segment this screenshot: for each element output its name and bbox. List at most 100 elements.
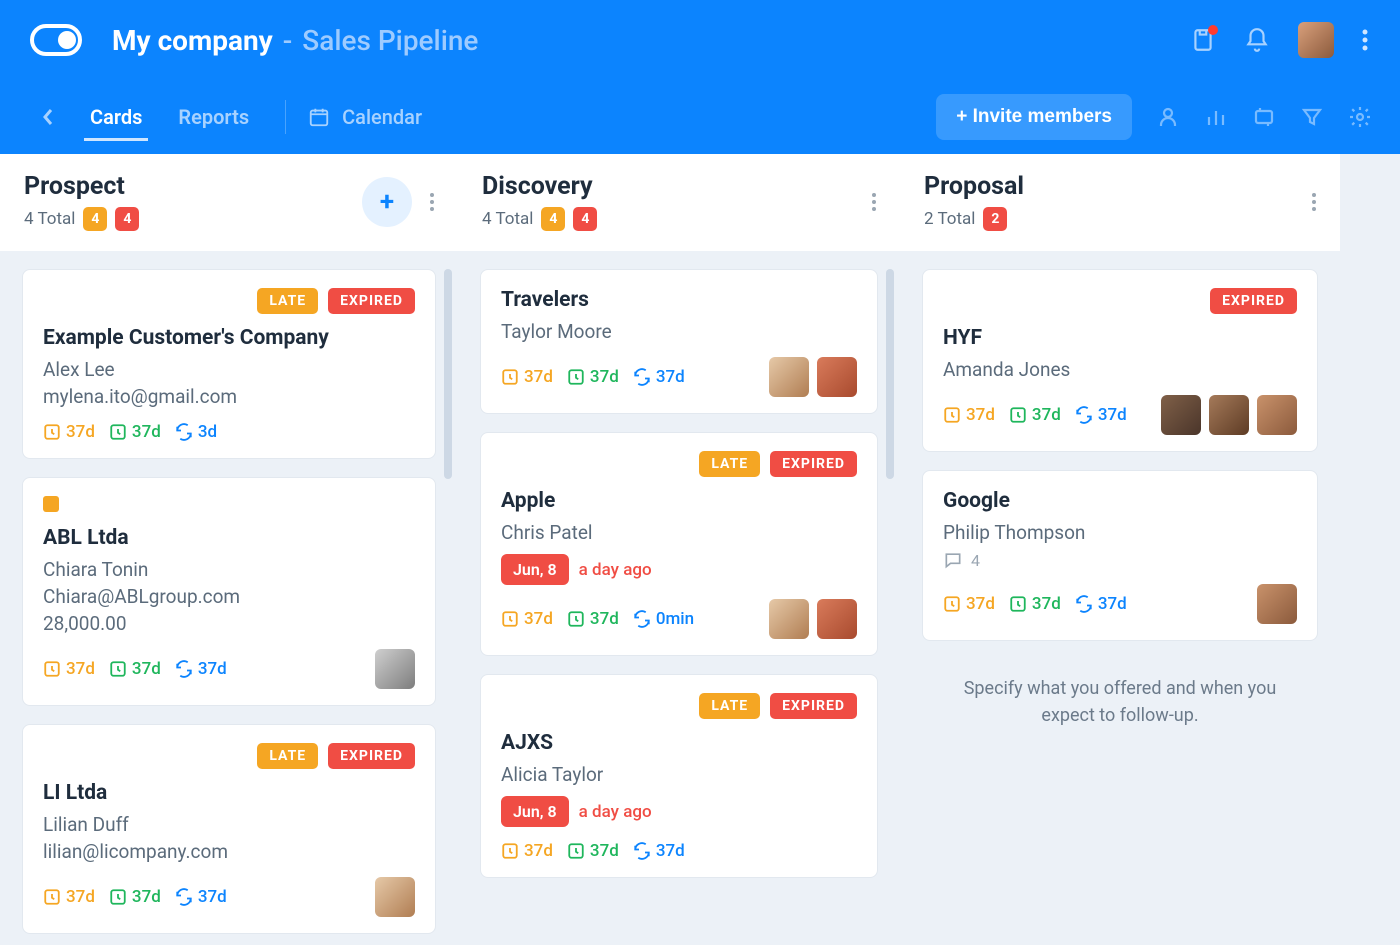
card-timers: 37d37d3d xyxy=(43,422,217,442)
timer-orange: 37d xyxy=(943,405,995,425)
member-avatar[interactable] xyxy=(375,877,415,917)
column-badge: 4 xyxy=(115,207,139,231)
timer-orange: 37d xyxy=(43,422,95,442)
card-timers: 37d37d37d xyxy=(943,405,1127,425)
column-body: EXPIREDHYFAmanda Jones37d37d37dGooglePhi… xyxy=(900,251,1340,763)
member-avatar[interactable] xyxy=(817,357,857,397)
due-date-chip: Jun, 8 xyxy=(501,554,569,585)
column-menu-icon[interactable] xyxy=(872,193,876,211)
card[interactable]: LATEEXPIREDExample Customer's CompanyAle… xyxy=(22,269,436,459)
timer-green: 37d xyxy=(109,422,161,442)
card-timers: 37d37d37d xyxy=(43,887,227,907)
top-bar: My company - Sales Pipeline xyxy=(0,0,1400,80)
card-avatars xyxy=(1161,395,1297,435)
column-badge: 4 xyxy=(541,207,565,231)
member-avatar[interactable] xyxy=(1257,584,1297,624)
card[interactable]: GooglePhilip Thompson437d37d37d xyxy=(922,470,1318,641)
bell-icon[interactable] xyxy=(1244,27,1270,53)
priority-indicator xyxy=(43,496,59,512)
card-line: mylena.ito@gmail.com xyxy=(43,385,415,408)
card-line: lilian@licompany.com xyxy=(43,840,415,863)
card[interactable]: LATEEXPIREDAppleChris PatelJun, 8a day a… xyxy=(480,432,878,656)
timer-blue: 37d xyxy=(1075,594,1127,614)
member-avatar[interactable] xyxy=(769,357,809,397)
tab-reports[interactable]: Reports xyxy=(164,85,263,149)
column-title: Discovery xyxy=(482,172,597,201)
column-discovery: Discovery 4 Total 44 TravelersTaylor Moo… xyxy=(458,154,900,945)
timer-green: 37d xyxy=(109,659,161,679)
more-menu-icon[interactable] xyxy=(1362,29,1368,51)
add-card-button[interactable]: + xyxy=(362,177,412,227)
member-avatar[interactable] xyxy=(769,599,809,639)
breadcrumb: My company - Sales Pipeline xyxy=(112,24,478,57)
card[interactable]: ABL Ltda Chiara Tonin Chiara@ABLgroup.com 2… xyxy=(22,477,436,706)
column-menu-icon[interactable] xyxy=(430,193,434,211)
member-avatar[interactable] xyxy=(817,599,857,639)
company-name[interactable]: My company xyxy=(112,24,273,57)
member-avatar[interactable] xyxy=(1257,395,1297,435)
card-timers: 37d37d37d xyxy=(501,367,685,387)
member-avatar[interactable] xyxy=(1209,395,1249,435)
notification-dot xyxy=(1208,25,1218,35)
card-timers: 37d37d37d xyxy=(943,594,1127,614)
column-prospect: Prospect 4 Total 44 + LATEEXPIREDExample… xyxy=(0,154,458,945)
kanban-board: Prospect 4 Total 44 + LATEEXPIREDExample… xyxy=(0,154,1400,945)
scrollbar[interactable] xyxy=(444,269,452,479)
card-avatars xyxy=(1257,584,1297,624)
card[interactable]: TravelersTaylor Moore37d37d37d xyxy=(480,269,878,414)
card-line: Philip Thompson xyxy=(943,521,1297,544)
timer-green: 37d xyxy=(567,609,619,629)
card-line: Chiara@ABLgroup.com xyxy=(43,585,415,608)
timer-orange: 37d xyxy=(943,594,995,614)
automation-icon[interactable] xyxy=(1252,105,1276,129)
due-date-ago: a day ago xyxy=(579,560,652,580)
column-total: 4 Total xyxy=(482,209,533,229)
card-title: ABL Ltda xyxy=(43,526,415,550)
column-body: LATEEXPIREDExample Customer's CompanyAle… xyxy=(0,251,458,945)
status-badge-late: LATE xyxy=(257,743,318,769)
user-avatar[interactable] xyxy=(1298,22,1334,58)
column-menu-icon[interactable] xyxy=(1312,193,1316,211)
tab-calendar[interactable]: Calendar xyxy=(308,105,422,129)
member-avatar[interactable] xyxy=(1161,395,1201,435)
column-total: 2 Total xyxy=(924,209,975,229)
card-avatars xyxy=(769,357,857,397)
back-button[interactable] xyxy=(28,97,68,137)
column-header: Prospect 4 Total 44 + xyxy=(0,154,458,251)
card[interactable]: EXPIREDHYFAmanda Jones37d37d37d xyxy=(922,269,1318,452)
invite-members-button[interactable]: + Invite members xyxy=(936,94,1132,140)
chart-icon[interactable] xyxy=(1204,105,1228,129)
column-header: Discovery 4 Total 44 xyxy=(458,154,900,251)
card-title: Travelers xyxy=(501,288,857,312)
card-line: 28,000.00 xyxy=(43,612,415,635)
card-timers: 37d37d37d xyxy=(501,841,685,861)
calendar-icon xyxy=(308,106,330,128)
timer-orange: 37d xyxy=(43,659,95,679)
gear-icon[interactable] xyxy=(1348,105,1372,129)
clipboard-icon[interactable] xyxy=(1190,27,1216,53)
person-icon[interactable] xyxy=(1156,105,1180,129)
page-name[interactable]: Sales Pipeline xyxy=(302,24,478,57)
tab-cards[interactable]: Cards xyxy=(76,85,156,149)
scrollbar[interactable] xyxy=(886,269,894,479)
card-avatars xyxy=(769,599,857,639)
column-total: 4 Total xyxy=(24,209,75,229)
card[interactable]: LATEEXPIREDAJXSAlicia TaylorJun, 8a day … xyxy=(480,674,878,878)
card[interactable]: LATEEXPIREDLI LtdaLilian Dufflilian@lico… xyxy=(22,724,436,934)
logo[interactable] xyxy=(30,22,82,58)
member-avatar[interactable] xyxy=(375,649,415,689)
card-avatars xyxy=(375,649,415,689)
card-timers: 37d37d0min xyxy=(501,609,694,629)
due-date-chip: Jun, 8 xyxy=(501,796,569,827)
timer-green: 37d xyxy=(109,887,161,907)
tab-divider xyxy=(285,100,286,134)
status-badge-expired: EXPIRED xyxy=(770,693,857,719)
status-badge-expired: EXPIRED xyxy=(770,451,857,477)
card-line: Chiara Tonin xyxy=(43,558,415,581)
card-line: Alex Lee xyxy=(43,358,415,381)
filter-icon[interactable] xyxy=(1300,105,1324,129)
column-badge: 4 xyxy=(573,207,597,231)
timer-blue: 37d xyxy=(1075,405,1127,425)
status-badge-late: LATE xyxy=(699,451,760,477)
status-badge-late: LATE xyxy=(257,288,318,314)
